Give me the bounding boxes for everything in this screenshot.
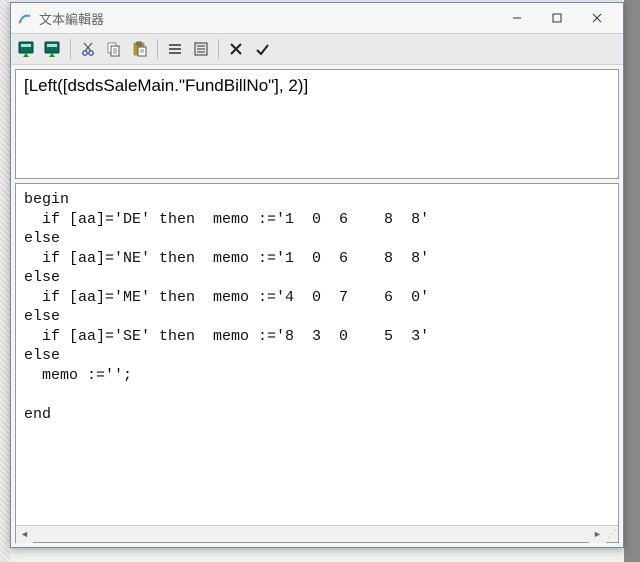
scroll-right-arrow[interactable]: ►	[589, 526, 606, 543]
resize-grip[interactable]: ⋰	[606, 529, 618, 540]
paste-button[interactable]	[128, 37, 152, 61]
text-editor-window: 文本編輯器	[10, 2, 624, 548]
cut-button[interactable]	[76, 37, 100, 61]
script-container: begin if [aa]='DE' then memo :='1 0 6 8 …	[15, 183, 619, 543]
cancel-button[interactable]	[224, 37, 248, 61]
maximize-button[interactable]	[537, 4, 577, 32]
titlebar[interactable]: 文本編輯器	[11, 3, 623, 33]
scroll-left-arrow[interactable]: ◄	[16, 526, 33, 543]
insert-expression-button[interactable]	[15, 37, 39, 61]
ok-button[interactable]	[250, 37, 274, 61]
toolbar-separator	[218, 39, 219, 59]
background-right	[624, 0, 640, 562]
window-title: 文本編輯器	[39, 9, 497, 28]
copy-button[interactable]	[102, 37, 126, 61]
toolbar-separator	[70, 39, 71, 59]
minimize-button[interactable]	[497, 4, 537, 32]
word-wrap-button[interactable]	[163, 37, 187, 61]
expression-input[interactable]: [Left([dsdsSaleMain."FundBillNo"], 2)]	[15, 69, 619, 179]
horizontal-scrollbar[interactable]: ◄ ► ⋰	[16, 525, 618, 542]
app-icon	[17, 10, 33, 26]
format-button[interactable]	[189, 37, 213, 61]
insert-aggregate-button[interactable]	[41, 37, 65, 61]
toolbar	[11, 33, 623, 65]
window-controls	[497, 4, 617, 32]
close-button[interactable]	[577, 4, 617, 32]
background-left	[0, 0, 10, 562]
content-area: [Left([dsdsSaleMain."FundBillNo"], 2)] b…	[11, 65, 623, 547]
script-editor[interactable]: begin if [aa]='DE' then memo :='1 0 6 8 …	[16, 184, 618, 525]
toolbar-separator	[157, 39, 158, 59]
